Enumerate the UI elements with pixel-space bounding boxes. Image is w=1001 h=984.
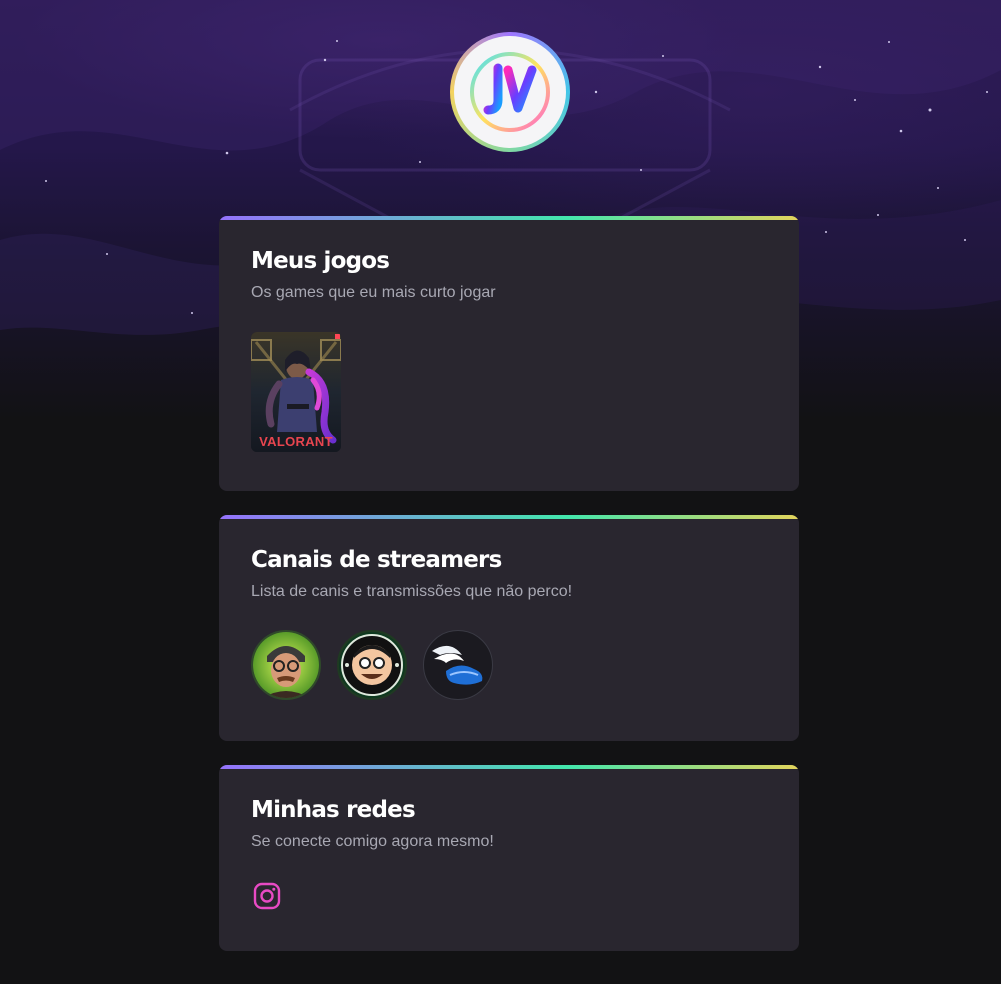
streamer-portrait-icon — [253, 632, 319, 698]
streamers-card-title: Canais de streamers — [251, 547, 502, 573]
streamer-list — [251, 630, 493, 700]
instagram-icon — [253, 882, 281, 910]
streamer-avatar-casimiro[interactable] — [337, 630, 407, 700]
profile-logo-inner — [454, 36, 566, 148]
games-card-subtitle: Os games que eu mais curto jogar — [251, 284, 496, 301]
game-cover-valorant[interactable]: VALORANT — [251, 332, 341, 452]
profile-logo — [450, 32, 570, 152]
social-card-title: Minhas redes — [251, 797, 416, 823]
game-title-label: VALORANT — [259, 434, 333, 449]
winged-shoe-icon — [432, 645, 483, 685]
casimiro-badge-icon — [339, 632, 405, 698]
streamer-avatar-wings[interactable] — [423, 630, 493, 700]
social-card-subtitle: Se conecte comigo agora mesmo! — [251, 833, 494, 850]
social-card: Minhas redes Se conecte comigo agora mes… — [219, 765, 799, 951]
games-card-title: Meus jogos — [251, 248, 390, 274]
streamer-avatar-1[interactable] — [251, 630, 321, 700]
streamers-card: Canais de streamers Lista de canis e tra… — [219, 515, 799, 741]
streamers-card-subtitle: Lista de canis e transmissões que não pe… — [251, 583, 573, 600]
instagram-link[interactable] — [252, 881, 282, 911]
jv-logo-icon — [470, 52, 550, 132]
games-card: Meus jogos Os games que eu mais curto jo… — [219, 216, 799, 491]
